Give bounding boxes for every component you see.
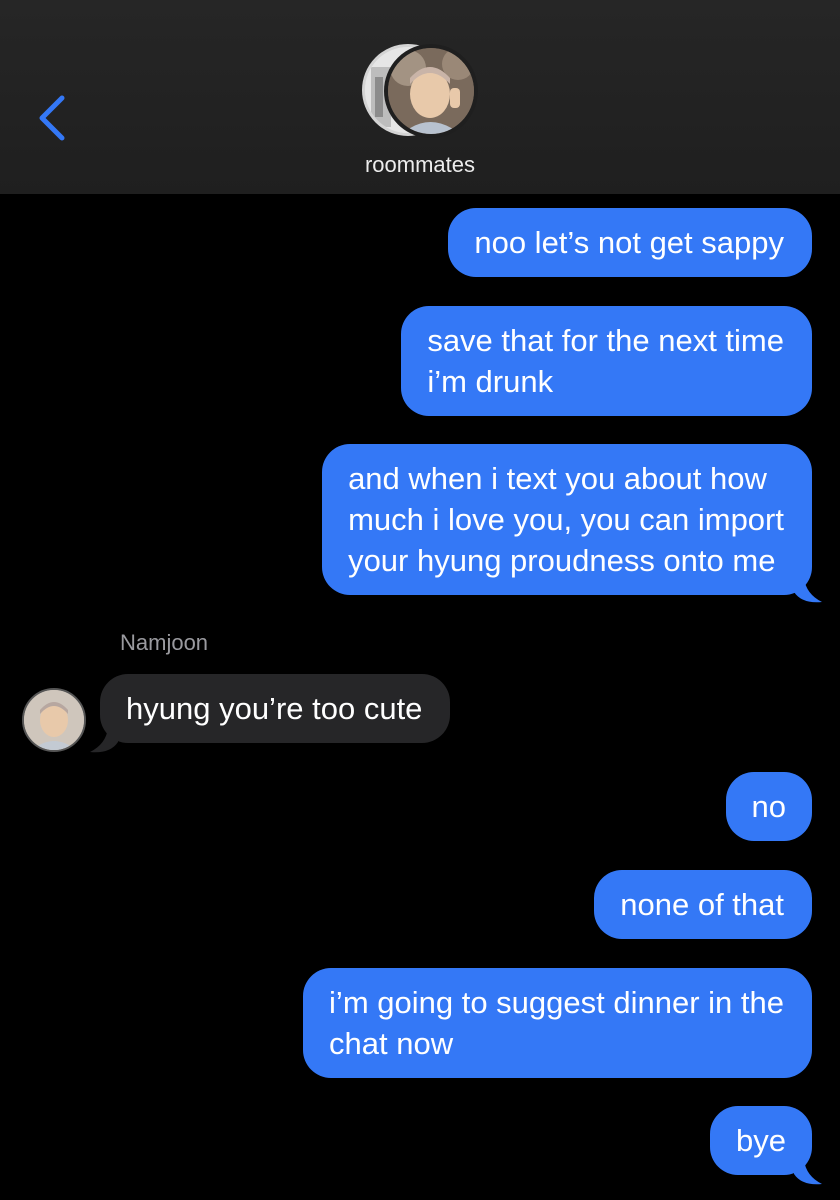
message-sent[interactable]: no — [725, 772, 812, 841]
bubble-tail — [794, 578, 822, 603]
chevron-left-icon — [39, 95, 65, 141]
chat-title[interactable]: roommates — [0, 152, 840, 178]
sender-avatar[interactable] — [22, 688, 86, 752]
message-sent[interactable]: none of that — [594, 870, 812, 939]
back-button[interactable] — [30, 90, 80, 146]
bubble-tail — [90, 728, 118, 753]
message-sent[interactable]: noo let’s not get sappy — [448, 208, 812, 277]
message-sent[interactable]: and when i text you about how much i lov… — [322, 444, 812, 595]
group-avatar[interactable] — [362, 44, 478, 140]
bubble-tail — [794, 1160, 822, 1185]
message-sent[interactable]: save that for the next time i’m drunk — [401, 306, 812, 416]
sender-name: Namjoon — [120, 630, 209, 655]
conversation-header: roommates — [0, 0, 840, 194]
message-sent[interactable]: i’m going to suggest dinner in the chat … — [303, 968, 812, 1078]
avatar-namjoon — [384, 44, 478, 138]
message-received[interactable]: hyung you’re too cute — [100, 674, 451, 743]
